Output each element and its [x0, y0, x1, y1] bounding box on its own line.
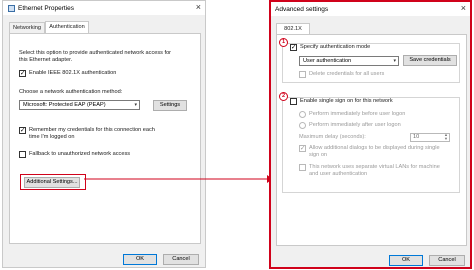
separate-vlans-checkbox[interactable] — [299, 164, 306, 171]
close-icon[interactable]: × — [196, 3, 201, 12]
right-window-title: Advanced settings — [275, 5, 329, 13]
left-title-bar: Ethernet Properties × — [3, 1, 205, 15]
auth-method-value: Microsoft: Protected EAP (PEAP) — [23, 102, 106, 108]
enable-8021x-checkbox[interactable]: ✓ — [19, 70, 26, 77]
specify-auth-mode-checkbox[interactable]: ✓ — [290, 44, 297, 51]
right-cancel-button[interactable]: Cancel — [429, 255, 465, 266]
method-label: Choose a network authentication method: — [19, 89, 123, 95]
remember-credentials-line-2: time I'm logged on — [29, 134, 75, 140]
fallback-checkbox[interactable] — [19, 151, 26, 158]
chevron-down-icon: ▾ — [393, 58, 396, 64]
auth-mode-value: User authentication — [303, 58, 352, 64]
tab-authentication[interactable]: Authentication — [45, 21, 89, 33]
allow-dialogs-line-2: sign on — [309, 152, 328, 158]
separate-vlans-line-1: This network uses separate virtual LANs … — [309, 164, 440, 170]
separate-vlans-line-2: and user authentication — [309, 171, 368, 177]
perform-after-label: Perform immediately after user logon — [309, 122, 401, 128]
right-ok-button[interactable]: OK — [389, 255, 423, 266]
delete-credentials-checkbox[interactable] — [299, 71, 306, 78]
enable-sso-checkbox[interactable] — [290, 98, 297, 105]
tab-networking[interactable]: Networking — [9, 22, 45, 33]
max-delay-value: 10 — [413, 134, 420, 140]
spin-down-icon[interactable]: ▼ — [444, 137, 448, 141]
delete-credentials-label: Delete credentials for all users — [309, 71, 385, 77]
save-credentials-button[interactable]: Save credentials — [403, 55, 457, 66]
link-arrow — [84, 175, 273, 183]
left-ok-button[interactable]: OK — [123, 254, 157, 265]
max-delay-label: Maximum delay (seconds): — [299, 134, 366, 140]
auth-mode-select[interactable]: User authentication ▾ — [299, 56, 399, 66]
marker-1: 1 — [279, 38, 288, 47]
auth-method-select[interactable]: Microsoft: Protected EAP (PEAP) ▾ — [19, 100, 140, 110]
chevron-down-icon: ▾ — [134, 102, 137, 108]
remember-credentials-checkbox[interactable]: ✓ — [19, 127, 26, 134]
marker-2: 2 — [279, 92, 288, 101]
advanced-settings-window: Advanced settings × 802.1X settings 1 ✓ … — [269, 0, 472, 269]
close-icon[interactable]: × — [461, 4, 466, 13]
additional-settings-highlight — [20, 174, 86, 190]
specify-auth-mode-label: Specify authentication mode — [300, 44, 371, 50]
perform-before-label: Perform immediately before user logon — [309, 111, 406, 117]
description-line-2: this Ethernet adapter. — [19, 57, 73, 63]
enable-sso-label: Enable single sign on for this network — [300, 98, 393, 104]
perform-after-radio[interactable] — [299, 122, 306, 129]
ethernet-properties-window: Ethernet Properties × Networking Authent… — [2, 0, 206, 268]
allow-dialogs-line-1: Allow additional dialogs to be displayed… — [309, 145, 440, 151]
remember-credentials-line-1: Remember my credentials for this connect… — [29, 127, 155, 133]
allow-dialogs-checkbox[interactable]: ✓ — [299, 145, 306, 152]
description-line-1: Select this option to provide authentica… — [19, 50, 172, 56]
left-window-title: Ethernet Properties — [18, 4, 75, 12]
fallback-label: Fallback to unauthorized network access — [29, 151, 131, 157]
right-title-bar: Advanced settings × — [271, 2, 470, 16]
network-adapter-icon — [8, 4, 15, 12]
settings-button[interactable]: Settings — [153, 100, 187, 111]
left-cancel-button[interactable]: Cancel — [163, 254, 199, 265]
enable-8021x-label: Enable IEEE 802.1X authentication — [29, 70, 117, 76]
perform-before-radio[interactable] — [299, 111, 306, 118]
